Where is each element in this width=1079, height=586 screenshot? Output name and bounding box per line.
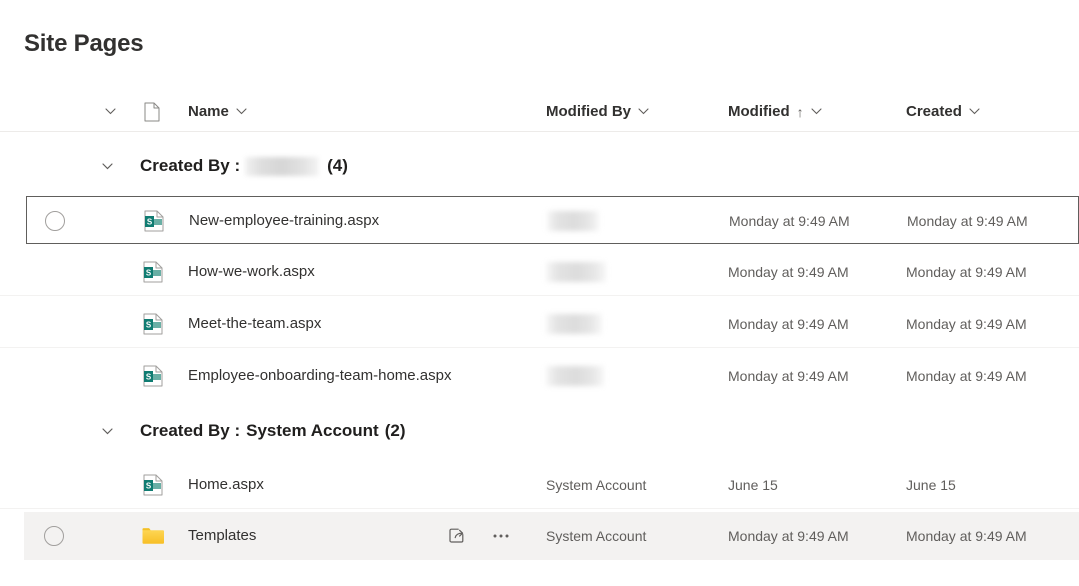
row-selection-circle[interactable]: [29, 197, 81, 244]
svg-text:S: S: [147, 217, 153, 226]
row-actions: [446, 512, 526, 559]
more-ellipsis-icon[interactable]: [490, 525, 512, 547]
file-name-link[interactable]: How-we-work.aspx: [188, 248, 315, 295]
modified-value: Monday at 9:49 AM: [728, 352, 849, 399]
column-header-modified[interactable]: Modified ↑: [728, 92, 822, 131]
sharepoint-page-icon: S: [143, 313, 163, 335]
row-selection-circle[interactable]: [28, 512, 80, 559]
modified-by-value: [547, 197, 599, 244]
svg-text:S: S: [146, 320, 152, 329]
row-selection-circle[interactable]: [28, 461, 80, 508]
table-row[interactable]: S Meet-the-team.aspx Monday at 9:49 AM M…: [0, 300, 1079, 348]
page-title: Site Pages: [24, 28, 143, 60]
group-label-prefix: Created By :: [140, 156, 240, 176]
redacted-modified-by: [546, 366, 604, 386]
chevron-down-icon: [969, 108, 980, 115]
modified-by-value: System Account: [546, 461, 646, 508]
svg-text:S: S: [146, 372, 152, 381]
column-header-modified-by[interactable]: Modified By: [546, 92, 649, 131]
file-name-link[interactable]: Meet-the-team.aspx: [188, 300, 321, 347]
group-collapse-chevron-icon[interactable]: [92, 163, 122, 170]
chevron-down-icon: [105, 108, 116, 115]
sharepoint-page-icon: S: [143, 365, 163, 387]
row-selection-circle[interactable]: [28, 352, 80, 399]
svg-text:S: S: [146, 268, 152, 277]
checkbox-circle-icon: [45, 211, 65, 231]
table-row[interactable]: Templates System Account Monday at 9:49 …: [24, 512, 1079, 560]
sharepoint-page-icon: S: [143, 474, 163, 496]
file-type-icon-cell: S: [138, 300, 168, 347]
created-value: Monday at 9:49 AM: [906, 300, 1027, 347]
file-name-link[interactable]: Employee-onboarding-team-home.aspx: [188, 352, 451, 399]
file-type-icon-cell: S: [138, 461, 168, 508]
group-item-count: (4): [327, 156, 348, 176]
chevron-down-icon: [236, 108, 247, 115]
file-type-icon-cell: [138, 512, 168, 559]
group-header-created-by-system-account[interactable]: Created By : System Account (2): [0, 407, 1079, 455]
sharepoint-page-icon: S: [143, 261, 163, 283]
created-value: Monday at 9:49 AM: [906, 512, 1027, 559]
checkbox-circle-icon: [44, 526, 64, 546]
modified-value: Monday at 9:49 AM: [729, 197, 850, 244]
folder-icon: [142, 527, 164, 545]
file-type-icon-cell: S: [138, 352, 168, 399]
sharepoint-page-icon: S: [144, 210, 164, 232]
svg-text:S: S: [146, 481, 152, 490]
modified-value: June 15: [728, 461, 778, 508]
share-icon[interactable]: [446, 525, 468, 547]
column-header-created[interactable]: Created: [906, 92, 980, 131]
modified-value: Monday at 9:49 AM: [728, 248, 849, 295]
site-pages-view: Site Pages Name Modified By: [0, 0, 1079, 586]
column-header-modified-by-label: Modified By: [546, 103, 631, 120]
table-row[interactable]: S Home.aspx System Account June 15 June …: [0, 461, 1079, 509]
modified-by-value: System Account: [546, 512, 646, 559]
group-item-count: (2): [385, 421, 406, 441]
column-headers: Name Modified By Modified ↑ Created: [0, 92, 1079, 132]
group-title[interactable]: Created By : (4): [140, 156, 348, 176]
chevron-down-icon: [638, 108, 649, 115]
modified-value: Monday at 9:49 AM: [728, 512, 849, 559]
group-name: System Account: [246, 421, 379, 441]
group-collapse-chevron-icon[interactable]: [92, 428, 122, 435]
file-name-link[interactable]: New-employee-training.aspx: [189, 197, 379, 244]
sort-ascending-icon: ↑: [797, 104, 804, 120]
column-header-name[interactable]: Name: [188, 92, 247, 131]
group-label-prefix: Created By :: [140, 421, 240, 441]
row-selection-circle[interactable]: [28, 300, 80, 347]
column-header-expand-all[interactable]: [92, 92, 122, 131]
table-row[interactable]: S Employee-onboarding-team-home.aspx Mon…: [0, 352, 1079, 400]
created-value: June 15: [906, 461, 956, 508]
group-title[interactable]: Created By : System Account (2): [140, 421, 406, 441]
created-value: Monday at 9:49 AM: [907, 197, 1028, 244]
redacted-user-name: [245, 157, 319, 176]
redacted-modified-by: [547, 211, 599, 231]
group-header-created-by-redacted[interactable]: Created By : (4): [0, 142, 1079, 190]
modified-value: Monday at 9:49 AM: [728, 300, 849, 347]
file-name-link[interactable]: Templates: [188, 512, 256, 559]
redacted-modified-by: [546, 314, 602, 334]
file-name-link[interactable]: Home.aspx: [188, 461, 264, 508]
created-value: Monday at 9:49 AM: [906, 248, 1027, 295]
table-row[interactable]: S How-we-work.aspx Monday at 9:49 AM Mon…: [0, 248, 1079, 296]
modified-by-value: [546, 300, 602, 347]
redacted-modified-by: [546, 262, 606, 282]
row-selection-circle[interactable]: [28, 248, 80, 295]
file-type-icon-cell: S: [138, 248, 168, 295]
created-value: Monday at 9:49 AM: [906, 352, 1027, 399]
column-header-created-label: Created: [906, 103, 962, 120]
column-header-name-label: Name: [188, 103, 229, 120]
chevron-down-icon: [811, 108, 822, 115]
document-icon: [144, 102, 160, 122]
file-type-icon-cell: S: [139, 197, 169, 244]
table-row[interactable]: S New-employee-training.aspx Monday at 9…: [26, 196, 1079, 244]
modified-by-value: [546, 352, 604, 399]
modified-by-value: [546, 248, 606, 295]
column-header-file-type[interactable]: [138, 92, 166, 131]
column-header-modified-label: Modified: [728, 103, 790, 120]
